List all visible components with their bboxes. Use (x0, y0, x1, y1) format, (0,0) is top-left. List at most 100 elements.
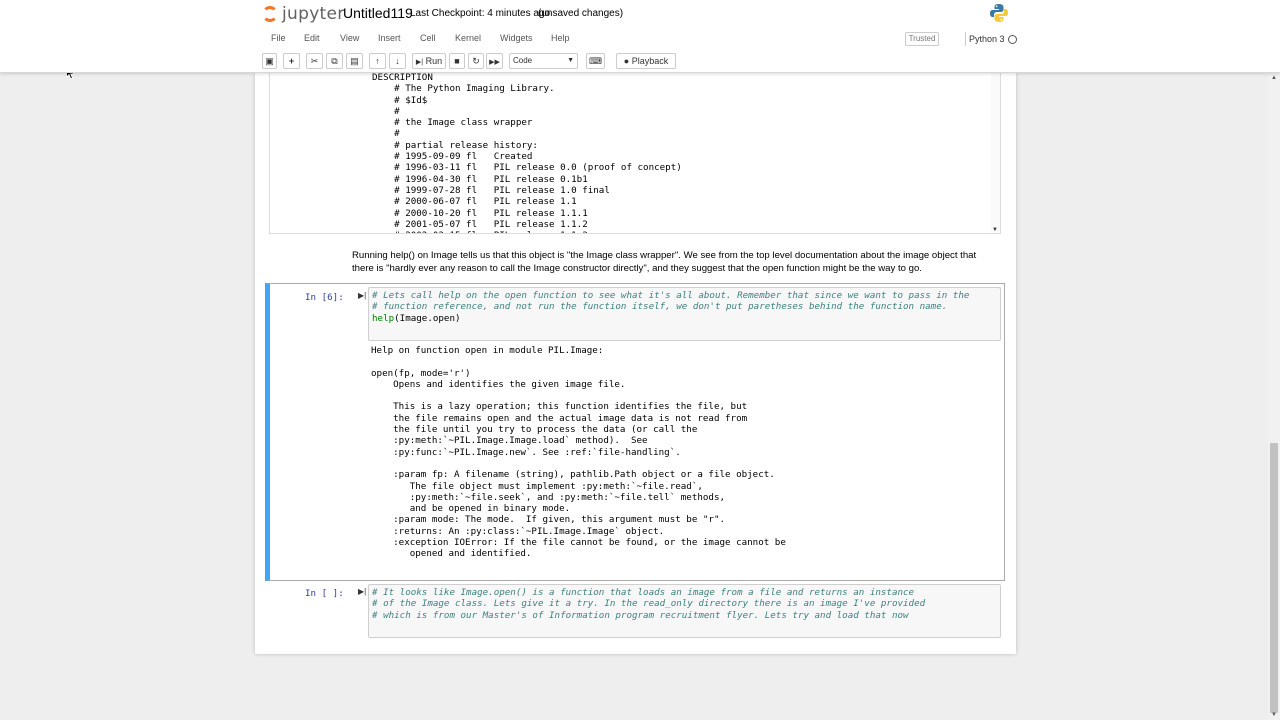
code-input-area[interactable]: # It looks like Image.open() is a functi… (368, 584, 1001, 638)
caret-down-icon: ▼ (567, 57, 574, 64)
run-label: Run (425, 56, 443, 66)
menu-widgets[interactable]: Widgets (500, 33, 533, 43)
output-line: # the Image class wrapper (372, 117, 533, 129)
menu-edit[interactable]: Edit (304, 33, 320, 43)
menu-help[interactable]: Help (551, 33, 570, 43)
scroll-up-arrow-icon[interactable]: ▲ (1271, 75, 1277, 81)
output-line: Help on function open in module PIL.Imag… (371, 345, 604, 356)
restart-run-all-button[interactable]: ▶▶ (486, 53, 503, 69)
output-line: # 2000-06-07 fl PIL release 1.1 (372, 196, 577, 208)
code-comment-line: # function reference, and not run the fu… (372, 301, 948, 313)
output-scrollbar[interactable]: ▼ (991, 73, 1000, 233)
run-cell-icon[interactable]: ▶| (358, 291, 366, 300)
output-line: open(fp, mode='r') (371, 367, 471, 379)
output-line: This is a lazy operation; this function … (371, 401, 748, 413)
jupyter-logo-icon (262, 6, 278, 22)
menu-view[interactable]: View (340, 33, 359, 43)
playback-label: Playback (631, 56, 669, 66)
code-comment-line: # Lets call help on the open function to… (372, 290, 970, 301)
arrow-up-icon: ↑ (375, 56, 380, 66)
output-line: The file object must implement :py:meth:… (371, 480, 703, 492)
page-scrollbar[interactable]: ▲ ▼ (1268, 73, 1280, 720)
restart-button[interactable]: ↻ (468, 53, 484, 69)
output-line: # 2000-10-20 fl PIL release 1.1.1 (372, 207, 588, 219)
trusted-badge[interactable]: Trusted (905, 32, 939, 46)
output-line: :py:meth:`~file.seek`, and :py:meth:`~fi… (371, 491, 726, 503)
arrow-down-icon: ↓ (395, 56, 400, 66)
notebook-container: DESCRIPTION # The Python Imaging Library… (255, 73, 1016, 654)
cell-prompt: In [ ]: (305, 588, 344, 599)
insert-cell-button[interactable]: + (283, 53, 300, 69)
code-cell[interactable]: In [ ]: ▶| # It looks like Image.open() … (265, 581, 1005, 641)
output-line: # The Python Imaging Library. (372, 83, 555, 95)
keyboard-icon: ⌨ (589, 56, 602, 66)
copy-button[interactable]: ⧉ (326, 53, 343, 69)
jupyter-logo-text: jupyter (282, 4, 345, 24)
run-button[interactable]: ▶| Run (412, 53, 446, 69)
menu-cell[interactable]: Cell (420, 33, 436, 43)
cut-button[interactable]: ✂ (306, 53, 323, 69)
output-line: :exception IOError: If the file cannot b… (371, 537, 786, 549)
menu-kernel[interactable]: Kernel (455, 33, 481, 43)
output-line: # partial release history: (372, 139, 538, 151)
output-line: :param fp: A filename (string), pathlib.… (371, 469, 775, 481)
output-line: the file until you try to process the da… (371, 424, 698, 436)
output-line: :returns: An :py:class:`~PIL.Image.Image… (371, 525, 665, 537)
menu-file[interactable]: File (271, 33, 286, 43)
run-cell-icon[interactable]: ▶| (358, 587, 366, 596)
command-palette-button[interactable]: ⌨ (586, 53, 605, 69)
move-up-button[interactable]: ↑ (369, 53, 386, 69)
cell-type-value: Code (513, 56, 533, 65)
scroll-down-arrow-icon[interactable]: ▼ (992, 227, 998, 233)
checkpoint-status: Last Checkpoint: 4 minutes ago (410, 8, 551, 19)
code-cell-selected[interactable]: In [6]: ▶| # Lets call help on the open … (265, 283, 1005, 581)
kernel-name: Python 3 (965, 32, 1005, 46)
output-line: # 1996-03-11 fl PIL release 0.0 (proof o… (372, 162, 682, 174)
output-line: # $Id$ (372, 94, 428, 106)
code-comment-line: # It looks like Image.open() is a functi… (372, 587, 915, 598)
notebook-name[interactable]: Untitled119 (343, 5, 413, 21)
scrollbar-thumb[interactable] (1270, 443, 1278, 713)
python-logo-icon (990, 4, 1008, 22)
markdown-cell-text[interactable]: Running help() on Image tells us that th… (352, 249, 997, 275)
output-line: the file remains open and the actual ima… (371, 412, 748, 424)
help-output-top: DESCRIPTION # The Python Imaging Library… (372, 73, 682, 233)
scroll-down-arrow-icon[interactable]: ▼ (1271, 712, 1277, 718)
jupyter-logo[interactable]: jupyter (262, 4, 345, 24)
save-icon: ▣ (265, 56, 274, 66)
refresh-icon: ↻ (472, 56, 480, 66)
output-line: # 2002-03-15 fl PIL release 1.1.3 (372, 230, 682, 233)
cut-icon: ✂ (310, 56, 319, 66)
code-comment-line: # which is from our Master's of Informat… (372, 609, 909, 621)
code-input: # Lets call help on the open function to… (372, 290, 969, 324)
code-comment-line: # of the Image class. Lets give it a try… (372, 598, 926, 610)
notebook-header: jupyter Untitled119 Last Checkpoint: 4 m… (0, 0, 1280, 73)
output-line: :py:meth:`~PIL.Image.Image.load` method)… (371, 435, 648, 447)
code-input-area[interactable]: # Lets call help on the open function to… (368, 287, 1001, 341)
output-line: # (372, 128, 400, 140)
output-line: # 1995-09-09 fl Created (372, 151, 533, 163)
help-output-scroll-area[interactable]: DESCRIPTION # The Python Imaging Library… (269, 73, 1001, 234)
code-builtin: help (372, 312, 395, 324)
move-down-button[interactable]: ↓ (389, 53, 406, 69)
output-line: DESCRIPTION (372, 73, 433, 83)
output-line: # (372, 105, 400, 117)
interrupt-button[interactable]: ■ (449, 53, 465, 69)
paste-button[interactable]: ▤ (346, 53, 363, 69)
playback-button[interactable]: ● Playback (616, 53, 676, 69)
stop-icon: ■ (454, 56, 460, 66)
save-button[interactable]: ▣ (262, 53, 277, 69)
plus-icon: + (288, 56, 295, 66)
help-output: Help on function open in module PIL.Imag… (371, 345, 786, 560)
output-line: # 1999-07-28 fl PIL release 1.0 final (372, 184, 610, 196)
toolbar: ▣ + ✂ ⧉ ▤ ↑ ↓ ▶| Run ■ ↻ ▶▶ Code ▼ ⌨ ● P… (259, 52, 1021, 70)
copy-icon: ⧉ (331, 56, 338, 66)
menu-insert[interactable]: Insert (378, 33, 401, 43)
cell-type-select[interactable]: Code ▼ (509, 53, 578, 69)
record-icon: ● (623, 56, 630, 66)
paste-icon: ▤ (350, 56, 359, 66)
output-line: opened and identified. (371, 548, 532, 560)
